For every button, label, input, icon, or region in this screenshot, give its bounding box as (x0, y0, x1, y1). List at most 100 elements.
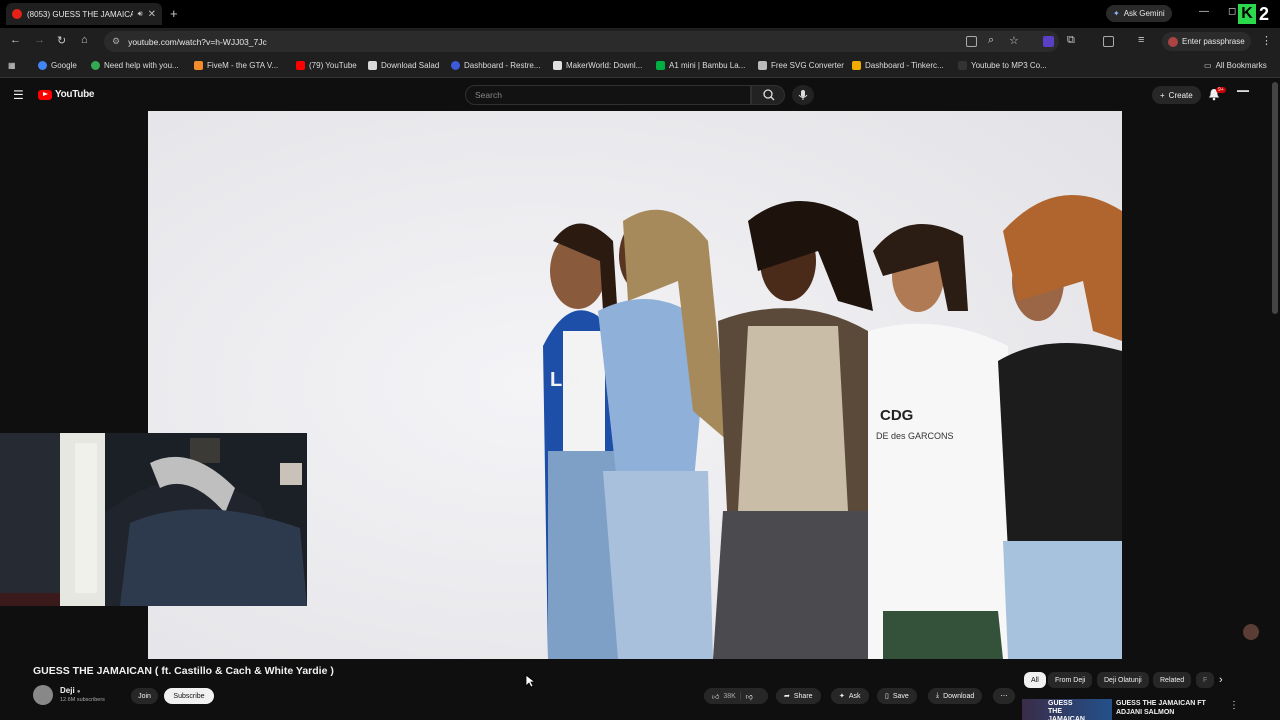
restore-icon[interactable]: ◻ (1228, 6, 1236, 17)
kick-overlay-badge: K 2 (1238, 3, 1280, 25)
zoom-icon[interactable]: ⌕ (988, 34, 994, 47)
ask-label: Ask (848, 692, 861, 700)
subscriber-count: 12.6M subscribers (60, 697, 105, 703)
create-label: Create (1168, 90, 1193, 100)
bookmark-salad[interactable]: Download Salad (368, 61, 439, 70)
forward-icon[interactable]: → (34, 34, 45, 46)
close-tab-icon[interactable]: ✕ (148, 9, 156, 20)
new-tab-button[interactable]: + (170, 6, 178, 21)
sparkle-icon: ✦ (839, 693, 845, 700)
recommended-menu-icon[interactable]: ⋮ (1229, 700, 1239, 711)
passphrase-label: Enter passphrase (1182, 37, 1245, 46)
save-label: Save (892, 692, 909, 700)
like-dislike-group: 👍︎ 38K | 👎︎ (704, 688, 768, 704)
all-bookmarks[interactable]: ▭ All Bookmarks (1204, 61, 1267, 70)
back-icon[interactable]: ← (10, 34, 21, 46)
bookmark-icon: ▯ (885, 693, 889, 700)
svg-converter-icon (758, 61, 767, 70)
recommended-thumbnail[interactable]: GUESS THE JAMAICAN (1022, 699, 1112, 720)
kick-logo-icon: K (1238, 4, 1256, 24)
chip-label: Related (1160, 676, 1185, 684)
bookmark-restream[interactable]: Dashboard - Restre... (451, 61, 540, 70)
chip-label: F (1203, 676, 1208, 684)
side-panel-icon[interactable] (1103, 36, 1114, 47)
bookmark-bambu[interactable]: A1 mini | Bambu La... (656, 61, 745, 70)
search-button[interactable] (751, 85, 785, 105)
bookmark-tinkercad[interactable]: Dashboard - Tinkerc... (852, 61, 944, 70)
bookmark-youtube[interactable]: (79) YouTube (296, 61, 357, 70)
help-icon (91, 61, 100, 70)
bookmark-star-icon[interactable]: ☆ (1009, 34, 1019, 47)
chip-label: From Deji (1055, 676, 1086, 684)
download-button[interactable]: ⤓ Download (928, 688, 983, 704)
bookmark-label: (79) YouTube (309, 61, 357, 70)
thumbs-up-icon[interactable]: 👍︎ (712, 692, 719, 701)
page-scrollbar[interactable] (1272, 82, 1278, 314)
jacket-text: LIA (550, 369, 583, 391)
browser-tab-strip: (8053) GUESS THE JAMAICA 🔊︎ ✕ + ✦ Ask Ge… (0, 0, 1280, 28)
reload-icon[interactable]: ↻ (57, 34, 66, 47)
subscribe-button[interactable]: Subscribe (164, 688, 214, 704)
enter-passphrase-button[interactable]: Enter passphrase (1162, 32, 1251, 51)
microphone-icon (798, 90, 808, 100)
bookmark-label: Download Salad (381, 61, 440, 70)
voice-search-button[interactable] (792, 85, 814, 105)
bookmark-label: Google (51, 61, 77, 70)
chip-related[interactable]: Related (1153, 672, 1192, 688)
search-placeholder: Search (475, 90, 502, 100)
shirt-subtext: DE des GARCONS (876, 431, 954, 441)
apps-grid-icon[interactable]: ▦ (8, 61, 16, 70)
tab-title: (8053) GUESS THE JAMAICA (27, 9, 133, 19)
chip-deji-olatunji[interactable]: Deji Olatunji (1097, 672, 1149, 688)
restream-icon (451, 61, 460, 70)
thumbnail-text: GUESS THE JAMAICAN (1048, 700, 1085, 720)
ask-gemini-button[interactable]: ✦ Ask Gemini (1106, 5, 1172, 22)
bookmark-fivem[interactable]: FiveM - the GTA V... (194, 61, 278, 70)
install-app-icon[interactable] (966, 36, 977, 47)
recommended-title-line1: GUESS THE JAMAICAN FT (1116, 700, 1206, 707)
recommended-title[interactable]: GUESS THE JAMAICAN FT ADJANI SALMON (1116, 699, 1216, 717)
extensions-puzzle-icon[interactable]: ⧉ (1067, 34, 1075, 47)
bookmark-help[interactable]: Need help with you... (91, 61, 179, 70)
chip-all[interactable]: All (1024, 672, 1046, 688)
share-button[interactable]: ➦ Share (776, 688, 821, 704)
audio-icon[interactable]: 🔊︎ (138, 9, 143, 19)
tinkercad-icon (852, 61, 861, 70)
channel-name[interactable]: Deji ● (60, 686, 81, 695)
browser-menu-icon[interactable]: ⋮ (1261, 34, 1272, 47)
chip-next-arrow-icon[interactable]: › (1219, 674, 1223, 686)
chip-partial[interactable]: F (1196, 672, 1214, 688)
bookmark-mp3[interactable]: Youtube to MP3 Co... (958, 61, 1047, 70)
like-count[interactable]: 38K (723, 693, 735, 700)
ask-button[interactable]: ✦ Ask (831, 688, 869, 704)
home-icon[interactable]: ⌂ (81, 34, 88, 46)
bookmark-label: MakerWorld: Downl... (566, 61, 643, 70)
thumbs-down-icon[interactable]: 👎︎ (746, 692, 753, 701)
youtube-logo[interactable]: YouTube (38, 89, 95, 100)
extension-icon[interactable] (1043, 36, 1054, 47)
search-input[interactable]: Search (465, 85, 751, 105)
floating-avatar[interactable] (1243, 624, 1259, 640)
site-info-icon[interactable]: ⚙ (112, 36, 120, 47)
hamburger-menu-icon[interactable]: ☰ (13, 88, 24, 102)
browser-tab[interactable]: (8053) GUESS THE JAMAICA 🔊︎ ✕ (6, 3, 162, 25)
bookmark-label: A1 mini | Bambu La... (669, 61, 746, 70)
bookmark-label: Free SVG Converter (771, 61, 844, 70)
join-button[interactable]: Join (131, 688, 158, 704)
bookmark-svg-converter[interactable]: Free SVG Converter (758, 61, 844, 70)
channel-avatar[interactable] (33, 685, 53, 705)
chip-from-deji[interactable]: From Deji (1048, 672, 1093, 688)
address-bar[interactable]: ⚙ youtube.com/watch?v=h-WJJ03_7Jc (104, 31, 1059, 52)
chip-label: Deji Olatunji (1104, 676, 1142, 684)
bookmark-makerworld[interactable]: MakerWorld: Downl... (553, 61, 642, 70)
bookmark-label: Need help with you... (104, 61, 179, 70)
subscribe-label: Subscribe (173, 692, 205, 700)
media-controls-icon[interactable]: ≡ (1138, 34, 1144, 46)
save-button[interactable]: ▯ Save (877, 688, 917, 704)
more-actions-button[interactable]: ⋯ (993, 688, 1015, 704)
minimize-icon[interactable]: — (1199, 6, 1209, 17)
bookmark-google[interactable]: Google (38, 61, 77, 70)
create-button[interactable]: + Create (1152, 86, 1201, 104)
account-avatar[interactable]: ▬▬ (1237, 88, 1253, 102)
join-label: Join (138, 692, 151, 700)
